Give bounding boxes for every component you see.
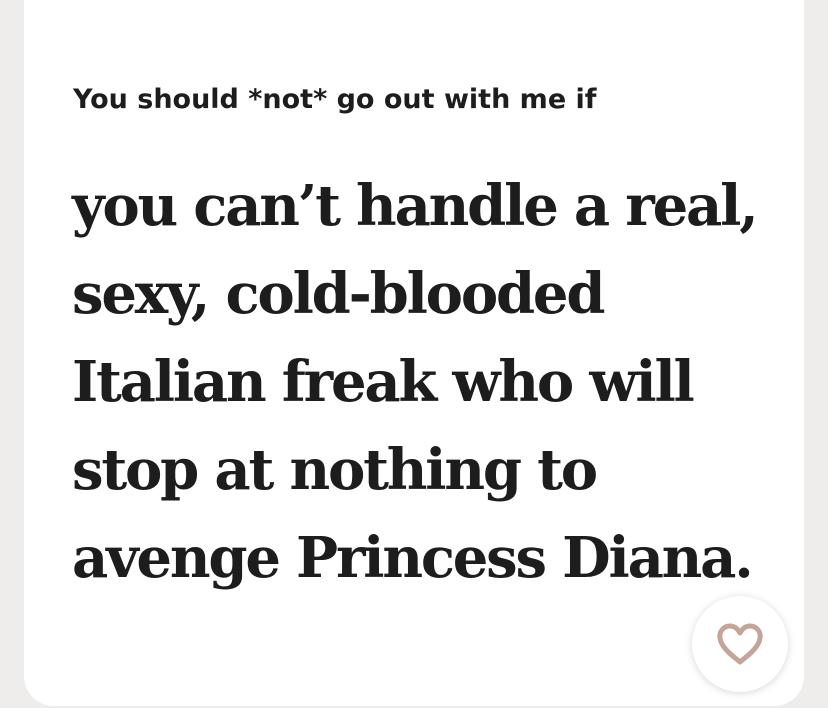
prompt-question: You should *not* go out with me if [73, 84, 597, 115]
answer-line: Italian freak who will [72, 349, 695, 415]
like-button[interactable] [692, 596, 788, 692]
answer-line: sexy, cold-blooded [72, 261, 606, 327]
answer-line: avenge Princess Diana. [72, 525, 754, 591]
answer-line: stop at nothing to [72, 437, 598, 503]
answer-line: you can’t handle a real, [72, 173, 759, 239]
heart-icon [715, 621, 765, 667]
prompt-answer: you can’t handle a real, sexy, cold-bloo… [72, 162, 792, 602]
